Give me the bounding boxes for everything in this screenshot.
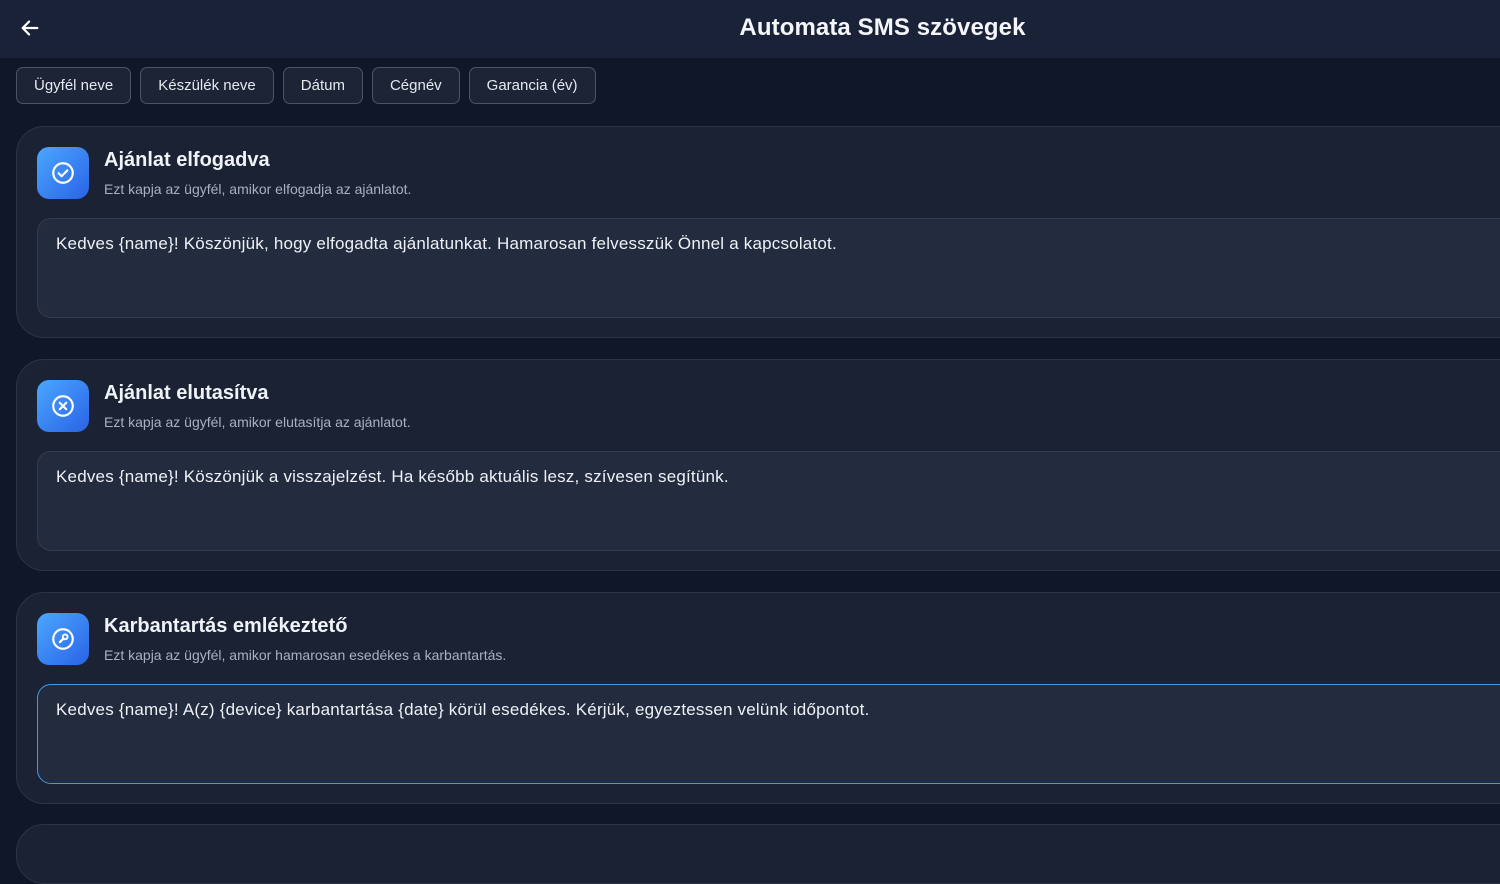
chip-device-name[interactable]: Készülék neve (140, 67, 274, 104)
card-icon-badge (37, 147, 89, 199)
x-circle-icon (52, 395, 74, 417)
sms-text-field[interactable]: Kedves {name}! Köszönjük a visszajelzést… (37, 451, 1500, 551)
template-card-next (16, 824, 1500, 884)
card-subtitle: Ezt kapja az ügyfél, amikor hamarosan es… (104, 647, 507, 663)
page-title: Automata SMS szövegek (0, 0, 1500, 55)
card-title: Karbantartás emlékeztető (104, 615, 348, 637)
chip-company-name[interactable]: Cégnév (371, 67, 460, 104)
card-subtitle: Ezt kapja az ügyfél, amikor elfogadja az… (104, 181, 412, 197)
card-icon-badge (37, 613, 89, 665)
card-title: Ajánlat elfogadva (104, 149, 270, 171)
page-title-text: Automata SMS szövegek (739, 14, 1026, 41)
placeholder-chip-bar: Ügyfél neve Készülék neve Dátum Cégnév G… (16, 67, 596, 104)
sms-text-field[interactable]: Kedves {name}! Köszönjük, hogy elfogadta… (37, 218, 1500, 318)
card-title: Ajánlat elutasítva (104, 382, 269, 404)
chip-date[interactable]: Dátum (282, 67, 363, 104)
template-card-offer-accepted: Ajánlat elfogadva Ezt kapja az ügyfél, a… (16, 126, 1500, 338)
sms-text-field-focused[interactable]: Kedves {name}! A(z) {device} karbantartá… (37, 684, 1500, 784)
check-circle-icon (52, 162, 74, 184)
template-card-maintenance-reminder: Karbantartás emlékeztető Ezt kapja az üg… (16, 592, 1500, 804)
chip-warranty-years[interactable]: Garancia (év) (468, 67, 596, 104)
card-subtitle: Ezt kapja az ügyfél, amikor elutasítja a… (104, 414, 411, 430)
app-bar: Automata SMS szövegek (0, 0, 1500, 58)
wrench-icon (52, 628, 74, 650)
card-icon-badge (37, 380, 89, 432)
chip-customer-name[interactable]: Ügyfél neve (16, 67, 132, 104)
template-card-offer-rejected: Ajánlat elutasítva Ezt kapja az ügyfél, … (16, 359, 1500, 571)
